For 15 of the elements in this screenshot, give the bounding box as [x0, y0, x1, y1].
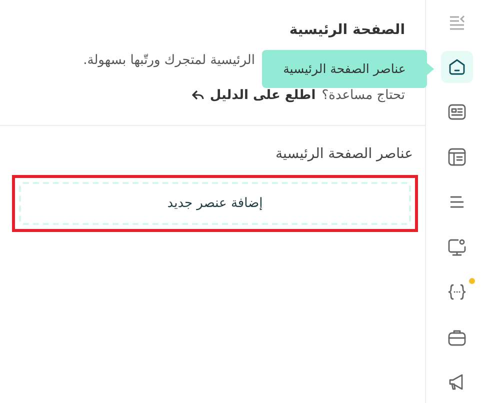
code-braces-icon: [447, 282, 467, 302]
page-description: الرئيسية لمتجرك ورتّبها بسهولة.: [82, 52, 255, 70]
section-title: عناصر الصفحة الرئيسية: [274, 145, 413, 164]
sidebar-button[interactable]: [441, 51, 473, 83]
house-icon: [447, 57, 467, 77]
id-card-icon: [447, 102, 467, 122]
reply-arrow-icon: [192, 90, 204, 101]
page-title: الصفحة الرئيسية: [288, 21, 405, 40]
tooltip: عناصر الصفحة الرئيسية: [262, 50, 427, 88]
add-element-button[interactable]: إضافة عنصر جديد: [19, 182, 411, 225]
browser-window-icon: [447, 147, 467, 167]
monitor-gear-icon: [447, 237, 467, 257]
guide-link[interactable]: اطلع على الدليل: [210, 86, 316, 105]
tooltip-arrow: [427, 63, 434, 75]
help-prompt: تحتاج مساعدة؟: [322, 86, 405, 104]
